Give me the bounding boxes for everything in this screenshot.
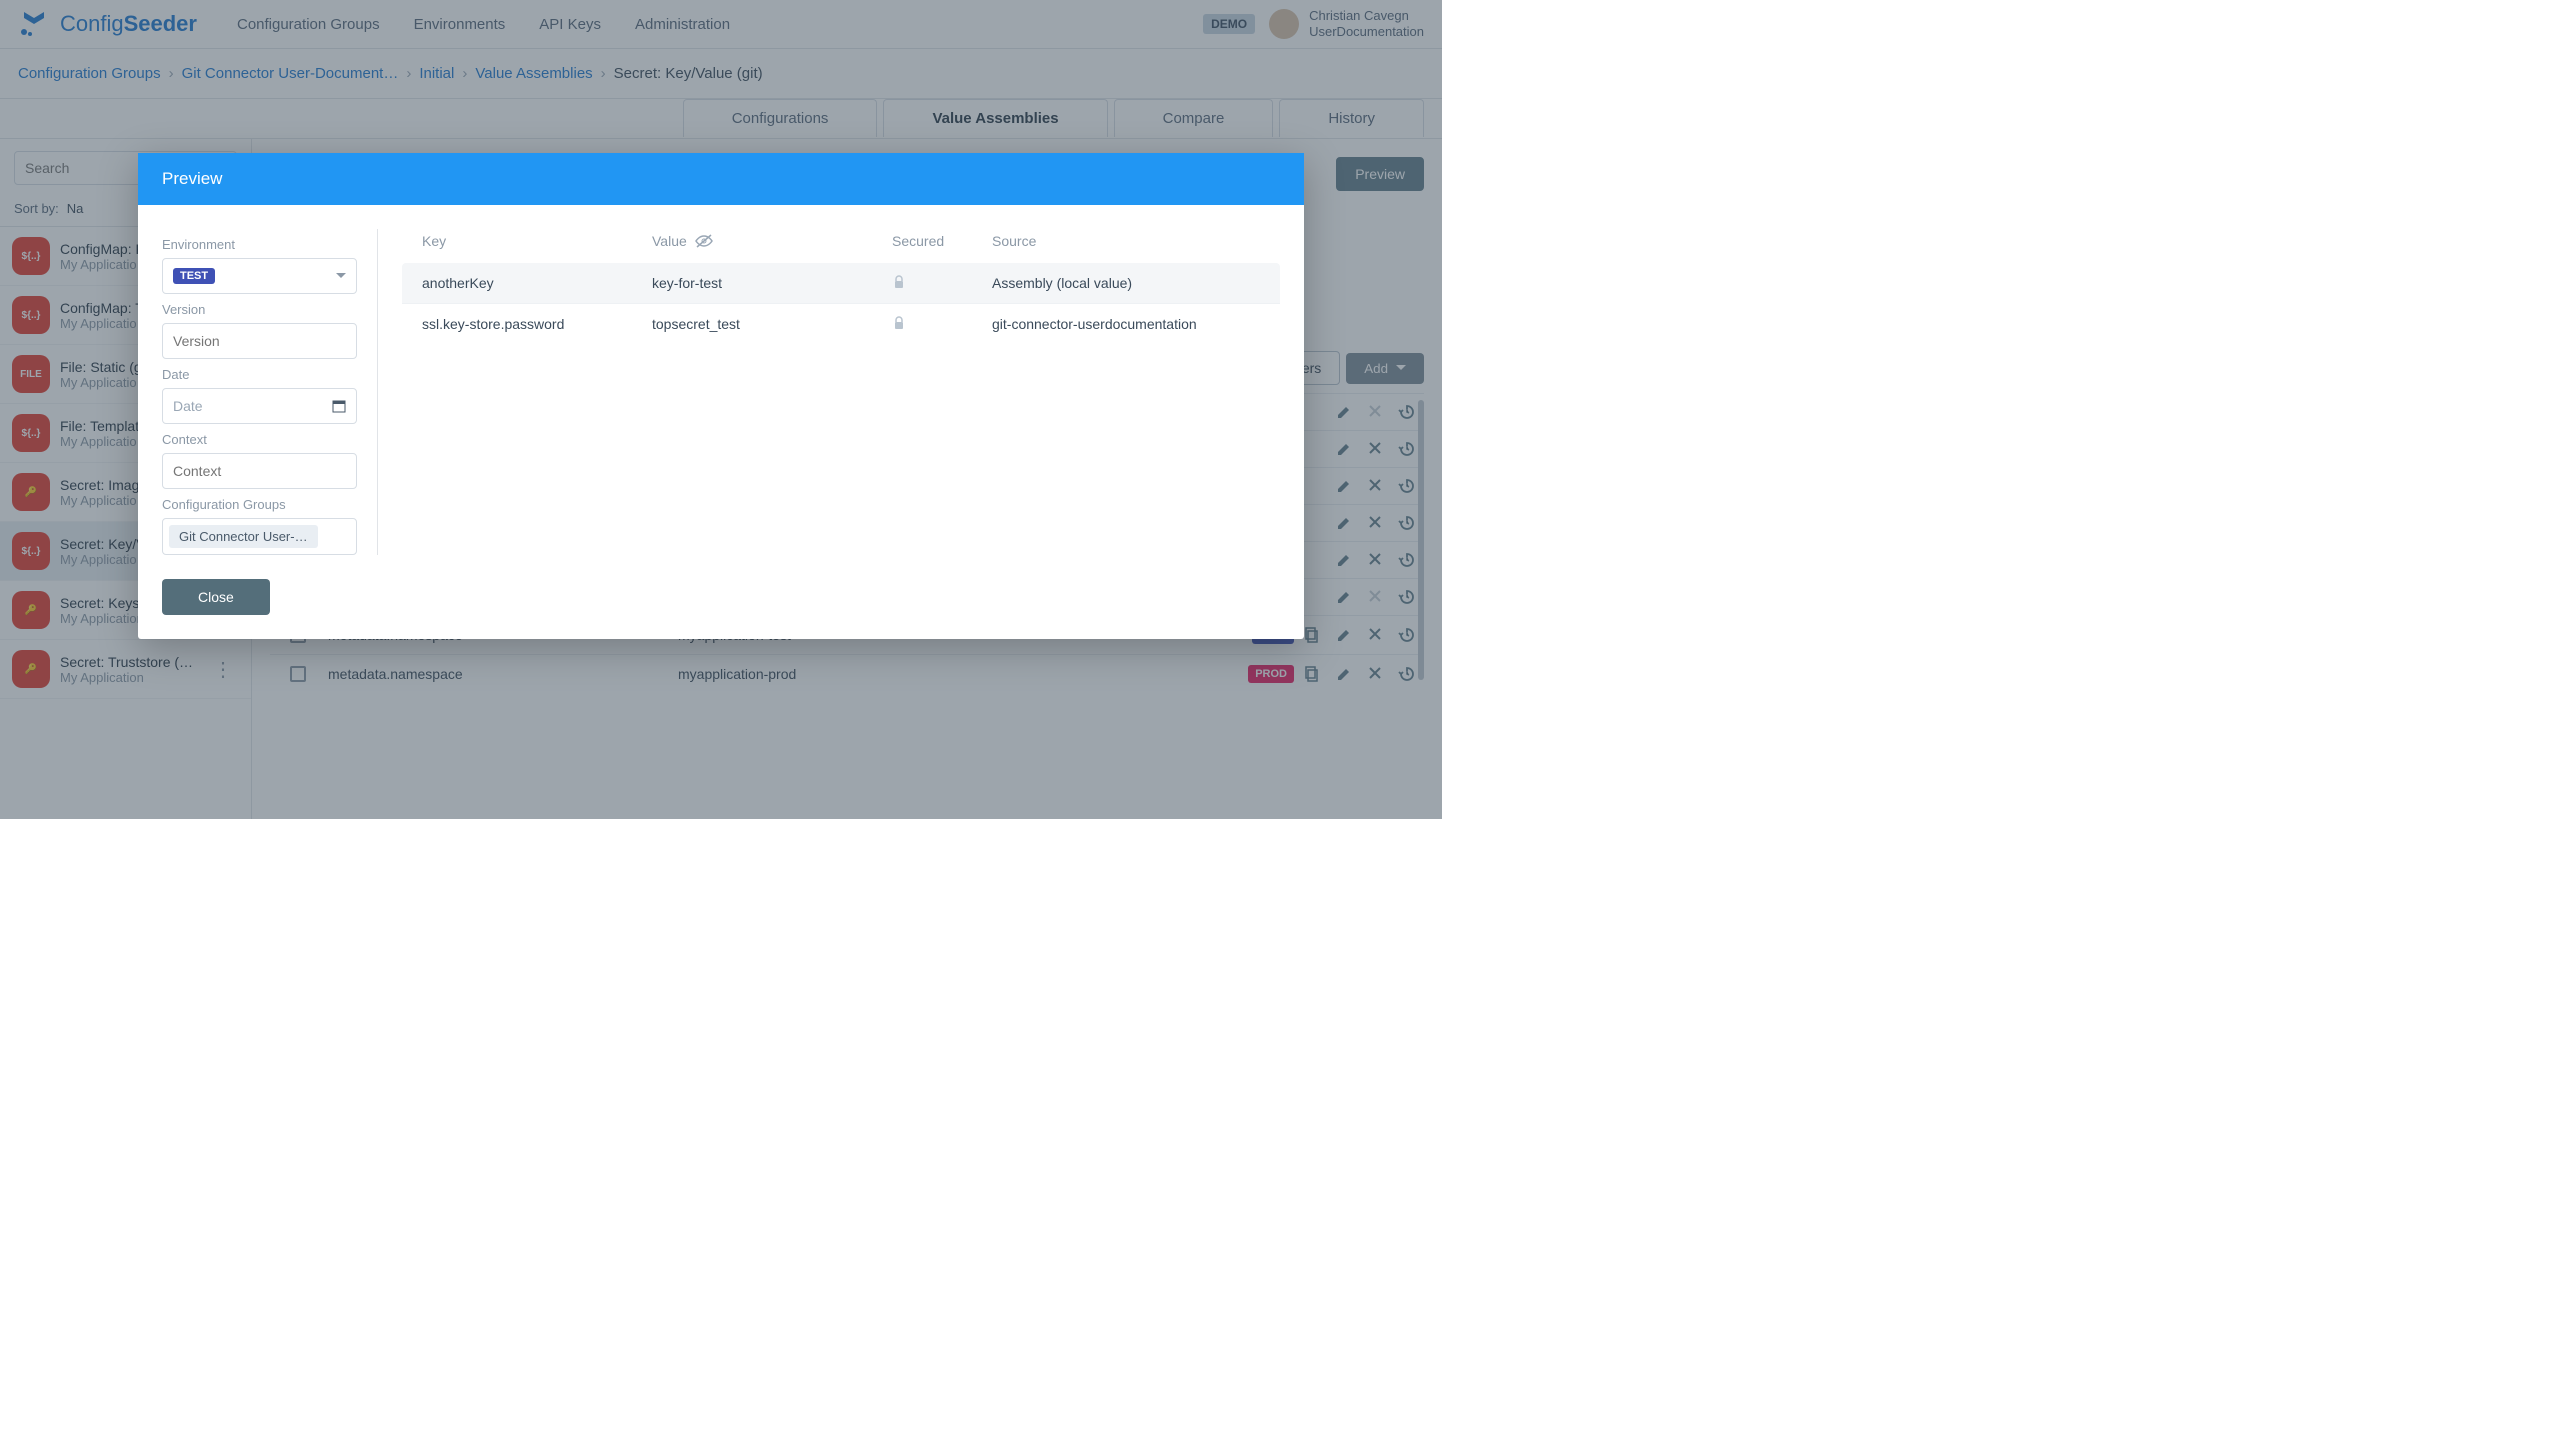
- modal-table: Key Value Secured Source anotherKey key-…: [402, 229, 1280, 555]
- col-value: Value: [652, 233, 882, 249]
- environment-label: Environment: [162, 237, 357, 252]
- lock-icon: [892, 275, 982, 291]
- config-groups-label: Configuration Groups: [162, 497, 357, 512]
- date-label: Date: [162, 367, 357, 382]
- cell-value: key-for-test: [652, 275, 882, 291]
- chevron-down-icon: [336, 273, 346, 279]
- eye-off-icon[interactable]: [695, 234, 713, 248]
- context-label: Context: [162, 432, 357, 447]
- modal-overlay[interactable]: Preview Environment TEST Version Date Da…: [0, 0, 1442, 819]
- preview-row: ssl.key-store.password topsecret_test gi…: [402, 303, 1280, 344]
- version-input[interactable]: [162, 323, 357, 359]
- context-input[interactable]: [162, 453, 357, 489]
- lock-icon: [892, 316, 982, 332]
- modal-title: Preview: [138, 153, 1304, 205]
- preview-modal: Preview Environment TEST Version Date Da…: [138, 153, 1304, 639]
- table-header-row: Key Value Secured Source: [402, 229, 1280, 263]
- col-secured: Secured: [892, 233, 982, 249]
- col-source: Source: [992, 233, 1260, 249]
- calendar-icon: [332, 399, 346, 413]
- version-label: Version: [162, 302, 357, 317]
- cell-source: git-connector-userdocumentation: [992, 316, 1260, 332]
- cell-source: Assembly (local value): [992, 275, 1260, 291]
- cell-key: anotherKey: [422, 275, 642, 291]
- preview-row: anotherKey key-for-test Assembly (local …: [402, 263, 1280, 303]
- cell-key: ssl.key-store.password: [422, 316, 642, 332]
- config-groups-select[interactable]: Git Connector User-…: [162, 518, 357, 555]
- modal-filters: Environment TEST Version Date Date Conte…: [162, 229, 378, 555]
- close-button[interactable]: Close: [162, 579, 270, 615]
- col-key: Key: [422, 233, 642, 249]
- cell-value: topsecret_test: [652, 316, 882, 332]
- date-input[interactable]: Date: [162, 388, 357, 424]
- environment-select[interactable]: TEST: [162, 258, 357, 294]
